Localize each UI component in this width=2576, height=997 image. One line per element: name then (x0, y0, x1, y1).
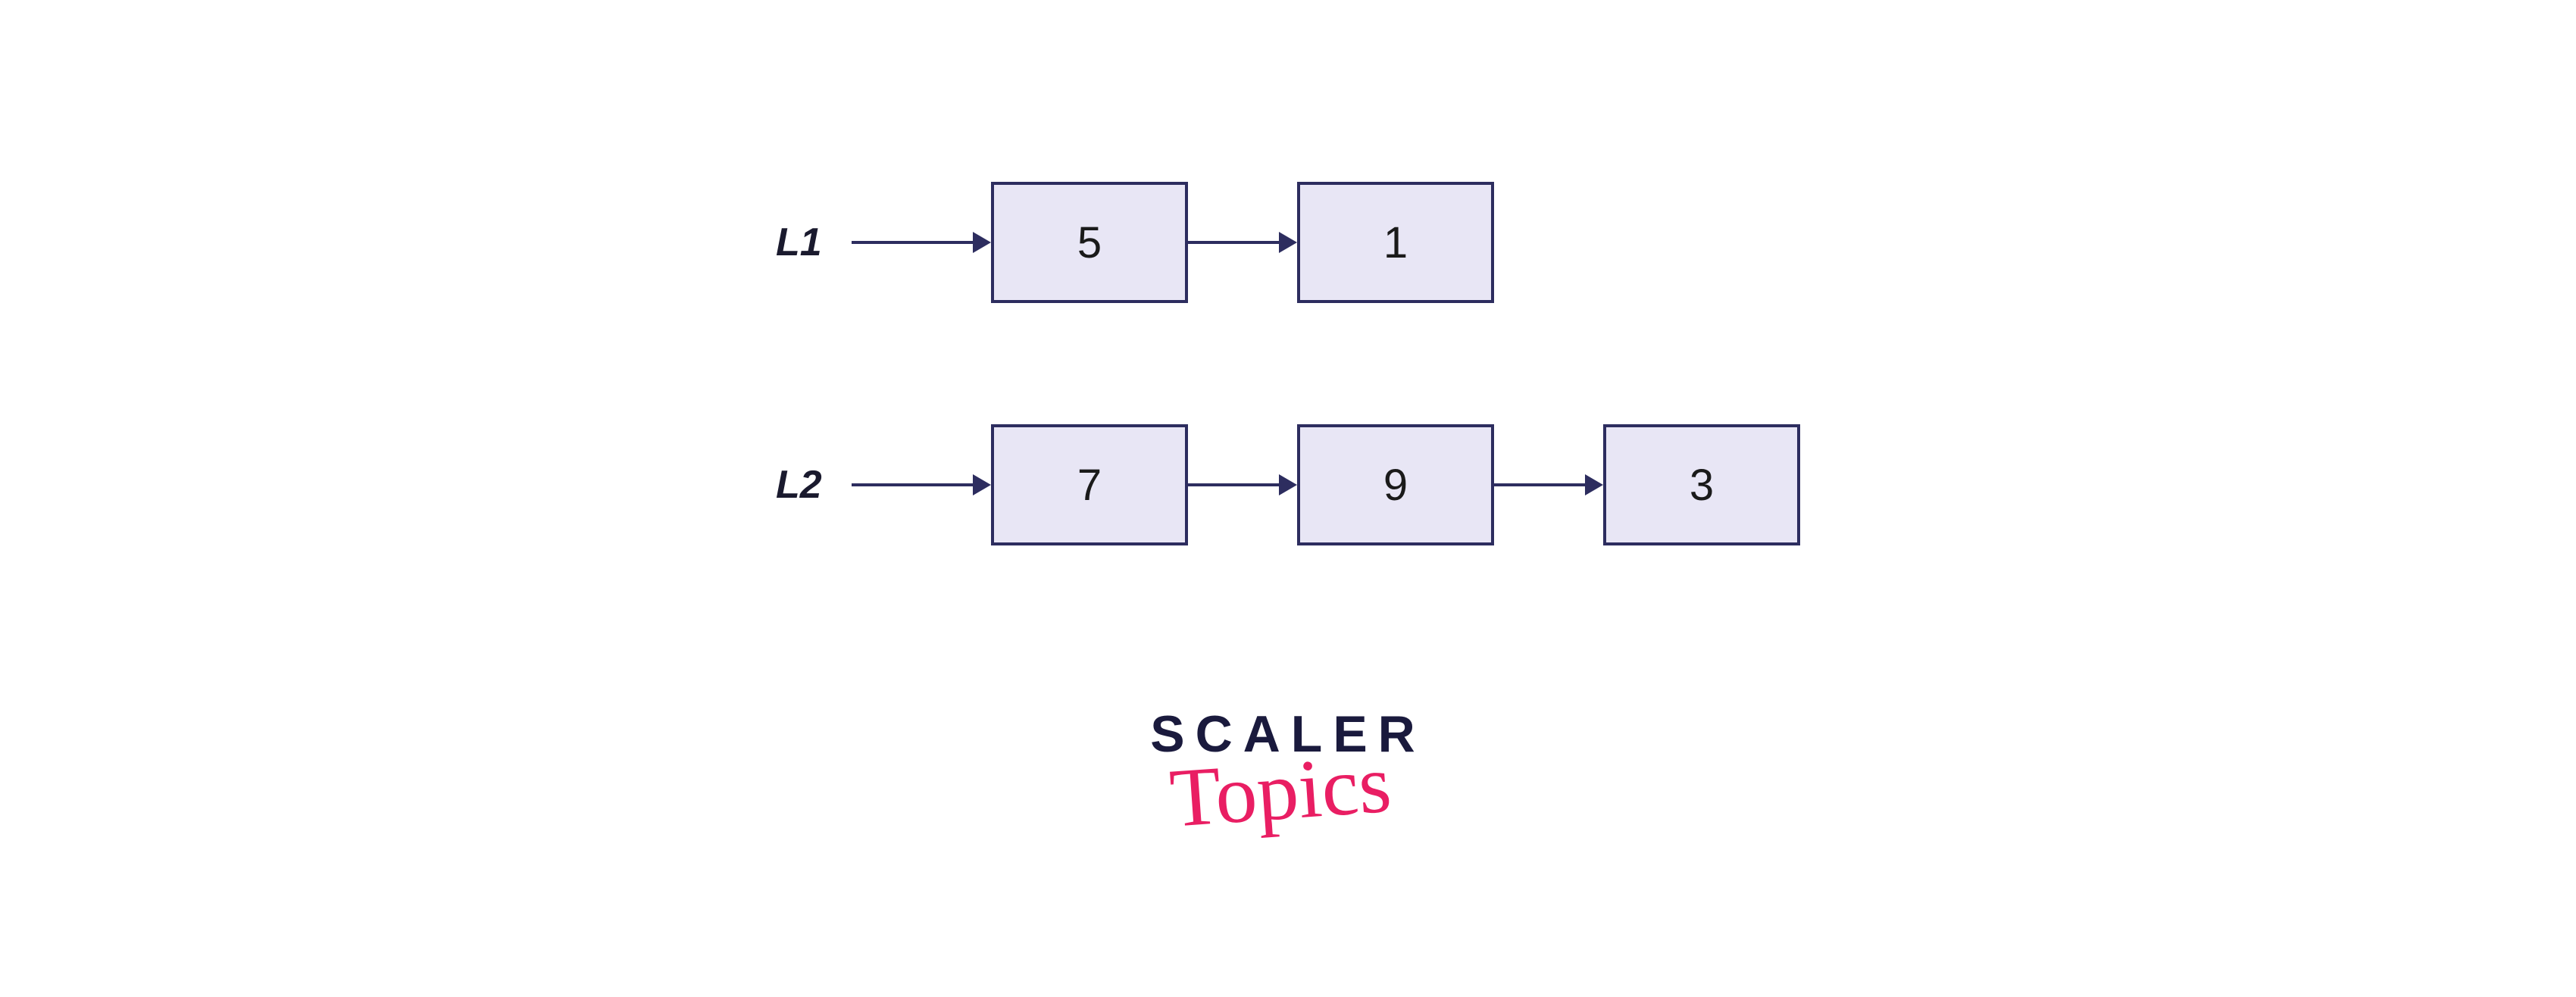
list-node: 5 (991, 182, 1188, 303)
arrow-icon (852, 232, 991, 253)
linked-list-diagram: L1 5 1 L2 7 9 3 (776, 182, 1800, 545)
list-node: 7 (991, 424, 1188, 545)
arrow-icon (1188, 474, 1297, 495)
arrow-icon (1494, 474, 1603, 495)
list-label-l2: L2 (776, 462, 836, 508)
list-node: 9 (1297, 424, 1494, 545)
arrow-icon (1188, 232, 1297, 253)
logo-text-topics: Topics (1168, 742, 1394, 840)
arrow-icon (852, 474, 991, 495)
scaler-topics-logo: SCALER Topics (1150, 705, 1426, 832)
list-node: 1 (1297, 182, 1494, 303)
linked-list-row-l1: L1 5 1 (776, 182, 1800, 303)
linked-list-row-l2: L2 7 9 3 (776, 424, 1800, 545)
list-node: 3 (1603, 424, 1800, 545)
list-label-l1: L1 (776, 220, 836, 265)
